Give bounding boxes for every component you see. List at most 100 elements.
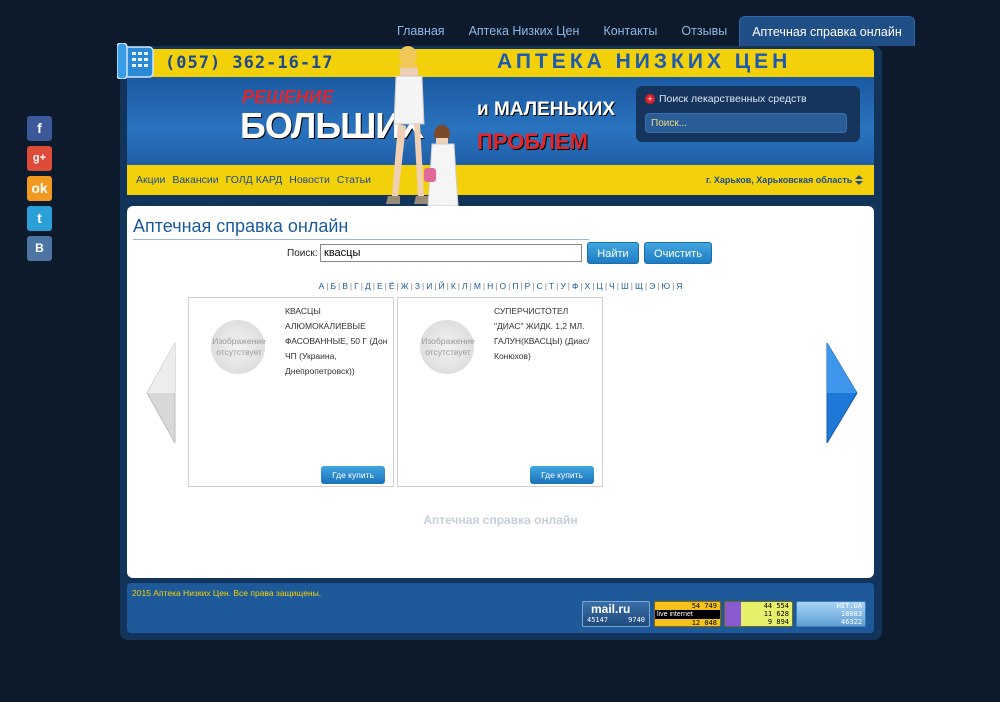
letter-separator: |: [349, 281, 353, 291]
letter-link[interactable]: К: [451, 281, 456, 291]
product-card: Изображение отсутствует КВАСЦЫ АЛЮМОКАЛИ…: [188, 297, 394, 487]
banner-models-illustration: [386, 46, 459, 207]
letter-separator: |: [532, 281, 535, 291]
page-title: Аптечная справка онлайн: [133, 216, 589, 240]
content-panel: Аптечная справка онлайн Поиск: Найти Очи…: [127, 206, 874, 578]
nav-low-price-pharmacy[interactable]: Аптека Низких Цен: [457, 16, 592, 46]
hitua-counter[interactable]: HIT.UA 18083 46322: [796, 601, 866, 627]
slogan-line-3: и МАЛЕНЬКИХ: [477, 99, 616, 120]
letter-separator: |: [544, 281, 547, 291]
letter-link[interactable]: У: [560, 281, 565, 291]
stats-counter[interactable]: 44 554 11 628 9 894: [724, 601, 793, 627]
letter-link[interactable]: Т: [549, 281, 554, 291]
product-card: Изображение отсутствует СУПЕРЧИСТОТЕЛ "Д…: [397, 297, 603, 487]
letter-link[interactable]: Й: [439, 281, 445, 291]
letter-separator: |: [616, 281, 619, 291]
plus-circle-icon: +: [645, 94, 655, 104]
footer: 2015 Аптека Низких Цен. Все права защище…: [127, 583, 874, 633]
letter-separator: |: [657, 281, 660, 291]
nav-home[interactable]: Главная: [385, 16, 457, 46]
letter-separator: |: [421, 281, 425, 291]
letter-link[interactable]: Ф: [572, 281, 578, 291]
mailru-counter[interactable]: mail.ru 45147 9740: [582, 601, 650, 627]
sub-navigation: Акции Вакансии ГОЛД КАРД Новости Статьи: [136, 174, 371, 186]
letter-link[interactable]: Щ: [635, 281, 643, 291]
letter-link[interactable]: И: [426, 281, 432, 291]
letter-link[interactable]: Д: [365, 281, 371, 291]
prev-arrow-icon[interactable]: [141, 343, 181, 443]
next-arrow-icon[interactable]: [823, 343, 863, 443]
letter-separator: |: [630, 281, 633, 291]
letter-link[interactable]: О: [499, 281, 506, 291]
find-button[interactable]: Найти: [587, 242, 639, 264]
letter-separator: |: [580, 281, 583, 291]
no-image-placeholder: Изображение отсутствует: [420, 320, 475, 374]
letter-link[interactable]: Л: [462, 281, 468, 291]
subnav-vacancies[interactable]: Вакансии: [172, 174, 218, 186]
letter-link[interactable]: П: [512, 281, 518, 291]
city-selector[interactable]: г. Харьков, Харьковская область: [706, 175, 864, 185]
letter-link[interactable]: Ч: [609, 281, 615, 291]
letter-separator: |: [410, 281, 413, 291]
letter-link[interactable]: Н: [487, 281, 493, 291]
letter-link[interactable]: Я: [676, 281, 682, 291]
search-row: Поиск: Найти Очистить: [127, 242, 874, 266]
letter-link[interactable]: А: [319, 281, 325, 291]
google-plus-icon: g+: [32, 152, 47, 164]
liveinternet-counter[interactable]: 54 749 live internet 12 048: [654, 601, 721, 627]
vk-share[interactable]: B: [27, 236, 52, 261]
clear-button[interactable]: Очистить: [644, 242, 712, 264]
search-label: Поиск:: [287, 248, 318, 259]
where-to-buy-button[interactable]: Где купить: [530, 466, 594, 484]
letter-separator: |: [446, 281, 449, 291]
subnav-promotions[interactable]: Акции: [136, 174, 165, 186]
search-input[interactable]: [320, 244, 582, 262]
where-to-buy-button[interactable]: Где купить: [321, 466, 385, 484]
letter-separator: |: [469, 281, 472, 291]
alphabet-filter: А | Б | В | Г | Д | Е | Ё | Ж | З | И | Й | К | Л | М | Н | О | П | Р | С | Т |…: [127, 281, 874, 291]
slogan-line-4: ПРОБЛЕМ: [477, 129, 589, 154]
letter-link[interactable]: Э: [649, 281, 655, 291]
letter-link[interactable]: Б: [330, 281, 336, 291]
letter-link[interactable]: Ш: [621, 281, 629, 291]
city-label: г. Харьков, Харьковская область: [706, 175, 853, 185]
nav-contacts[interactable]: Контакты: [591, 16, 669, 46]
twitter-share[interactable]: t: [27, 206, 52, 231]
odnoklassniki-icon: ok: [31, 180, 48, 196]
letter-link[interactable]: Ц: [597, 281, 603, 291]
facebook-share[interactable]: f: [27, 116, 52, 141]
letter-link[interactable]: С: [537, 281, 543, 291]
nav-pharmacy-online[interactable]: Аптечная справка онлайн: [739, 16, 915, 46]
header-search-input[interactable]: [645, 113, 847, 133]
subnav-gold-card[interactable]: ГОЛД КАРД: [226, 174, 283, 186]
subnav-news[interactable]: Новости: [289, 174, 330, 186]
letter-link[interactable]: Р: [525, 281, 531, 291]
letter-separator: |: [326, 281, 329, 291]
letter-link[interactable]: Г: [354, 281, 359, 291]
letter-separator: |: [520, 281, 523, 291]
letter-separator: |: [592, 281, 595, 291]
header-search-panel: + Поиск лекарственных средств: [636, 86, 860, 142]
header-search-label-wrap: + Поиск лекарственных средств: [645, 93, 807, 105]
letter-separator: |: [567, 281, 570, 291]
letter-separator: |: [384, 281, 387, 291]
odnoklassniki-share[interactable]: ok: [27, 176, 52, 201]
letter-link[interactable]: Х: [585, 281, 591, 291]
nav-reviews[interactable]: Отзывы: [669, 16, 739, 46]
brand-title: АПТЕКА НИЗКИХ ЦЕН: [497, 50, 792, 73]
letter-link[interactable]: Е: [377, 281, 383, 291]
letter-link[interactable]: З: [415, 281, 420, 291]
letter-link[interactable]: М: [474, 281, 481, 291]
letter-link[interactable]: Ж: [401, 281, 409, 291]
no-image-placeholder: Изображение отсутствует: [211, 320, 266, 374]
letter-separator: |: [396, 281, 399, 291]
header-search-label: Поиск лекарственных средств: [659, 93, 807, 105]
letter-separator: |: [508, 281, 511, 291]
letter-link[interactable]: В: [342, 281, 348, 291]
letter-separator: |: [457, 281, 461, 291]
subnav-articles[interactable]: Статьи: [337, 174, 371, 186]
letter-link[interactable]: Ё: [389, 281, 395, 291]
letter-separator: |: [495, 281, 498, 291]
letter-link[interactable]: Ю: [661, 281, 670, 291]
google-plus-share[interactable]: g+: [27, 146, 52, 171]
